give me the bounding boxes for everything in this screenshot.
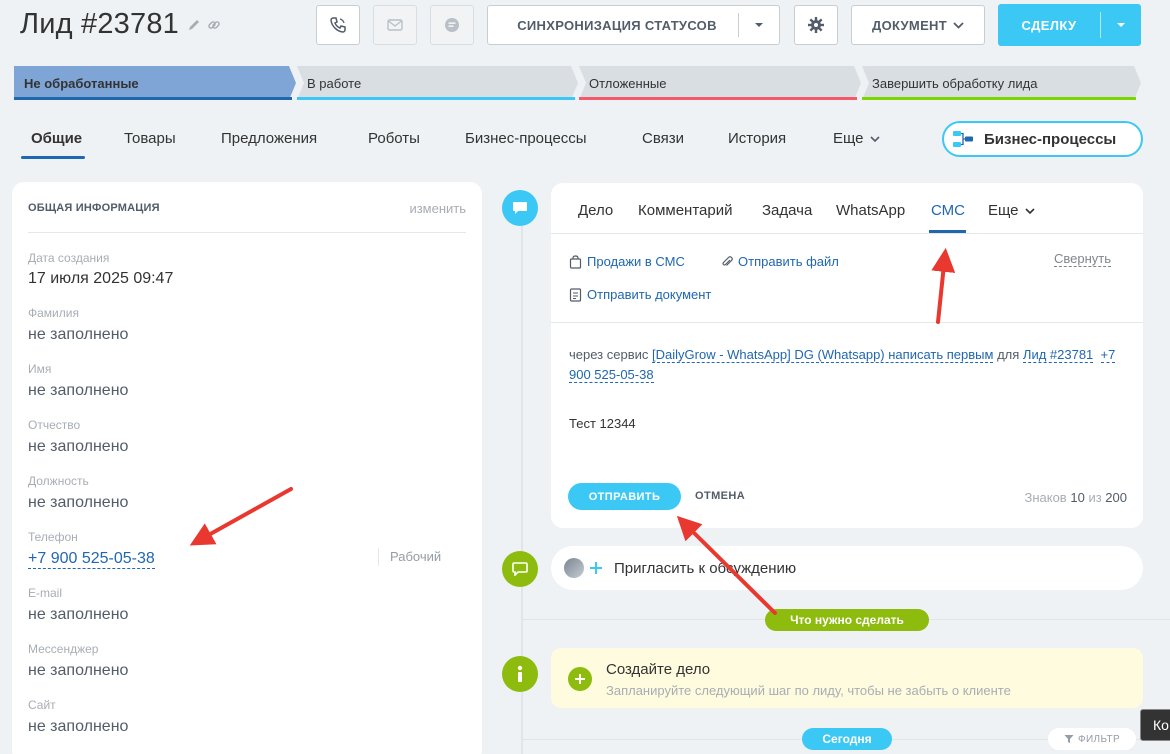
field-label-phone: Телефон <box>28 530 78 544</box>
today-pill: Сегодня <box>802 728 892 750</box>
active-tab-indicator <box>21 156 85 159</box>
sms-composer: Дело Комментарий Задача WhatsApp СМС Еще… <box>551 183 1143 528</box>
field-value-lastname: не заполнено <box>28 326 129 343</box>
sms-service-link[interactable]: [DailyGrow - WhatsApp] DG (Whatsapp) нап… <box>652 347 994 363</box>
field-value-messenger: не заполнено <box>28 662 129 679</box>
info-icon <box>517 665 523 682</box>
composer-tab-task[interactable]: Задача <box>762 202 812 219</box>
stage-label: Не обработанные <box>24 75 139 91</box>
filter-button[interactable]: ФИЛЬТР <box>1048 728 1136 750</box>
lead-link[interactable]: Лид #23781 <box>1022 347 1094 363</box>
tab-business-processes[interactable]: Бизнес-процессы <box>465 130 587 147</box>
sms-provider-info: через сервис [DailyGrow - WhatsApp] DG (… <box>569 347 1116 383</box>
composer-tab-more-label: Еще <box>988 202 1019 219</box>
field-label-created: Дата создания <box>28 251 110 265</box>
sales-in-sms-link[interactable]: Продажи в СМС <box>569 254 685 269</box>
field-value-patronymic: не заполнено <box>28 438 129 455</box>
stage-new[interactable]: Не обработанные <box>14 66 296 100</box>
tab-general[interactable]: Общие <box>31 130 82 147</box>
field-value-firstname: не заполнено <box>28 382 129 399</box>
stage-label: Завершить обработку лида <box>872 75 1038 91</box>
timeline-info-dot <box>502 656 538 692</box>
filter-label: ФИЛЬТР <box>1077 733 1121 745</box>
tab-more[interactable]: Еще <box>833 130 880 147</box>
field-value-position: не заполнено <box>28 494 129 511</box>
send-document-label: Отправить документ <box>587 287 712 302</box>
bag-icon <box>569 254 582 269</box>
panel-heading: ОБЩАЯ ИНФОРМАЦИЯ <box>28 202 160 214</box>
timeline-compose-dot <box>502 190 538 226</box>
flow-icon <box>953 131 973 147</box>
field-label-firstname: Имя <box>28 362 52 376</box>
invite-discussion[interactable]: Пригласить к обсуждению <box>551 546 1143 590</box>
field-label-email: E-mail <box>28 586 63 600</box>
send-button[interactable]: ОТПРАВИТЬ <box>568 483 681 510</box>
phone-link[interactable]: +7 900 525-05-38 <box>28 550 155 569</box>
field-label-position: Должность <box>28 474 89 488</box>
composer-tab-comment[interactable]: Комментарий <box>638 202 732 219</box>
send-document-link[interactable]: Отправить документ <box>569 287 711 302</box>
composer-tab-activity[interactable]: Дело <box>578 202 613 219</box>
avatar <box>564 558 584 578</box>
tab-more-label: Еще <box>833 130 864 147</box>
add-activity-icon[interactable] <box>568 667 592 691</box>
field-label-site: Сайт <box>28 698 56 712</box>
char-counter: Знаков 10 из 200 <box>1024 490 1127 505</box>
field-label-messenger: Мессенджер <box>28 642 99 656</box>
paperclip-icon <box>722 255 733 266</box>
comment-icon <box>512 562 528 576</box>
collapse-link[interactable]: Свернуть <box>1053 251 1111 267</box>
chevron-down-icon <box>869 135 880 142</box>
plus-icon <box>575 674 585 684</box>
send-file-link[interactable]: Отправить файл <box>721 254 839 269</box>
composer-tab-whatsapp[interactable]: WhatsApp <box>836 202 905 219</box>
edit-link[interactable]: изменить <box>409 201 466 216</box>
stage-in-progress[interactable]: В работе <box>297 66 579 100</box>
timeline-comment-dot <box>502 551 538 587</box>
stage-postponed[interactable]: Отложенные <box>579 66 861 100</box>
field-value-email: не заполнено <box>28 606 129 623</box>
tab-products[interactable]: Товары <box>124 130 176 147</box>
todo-pill: Что нужно сделать <box>765 609 929 631</box>
field-value-created: 17 июля 2025 09:47 <box>28 270 174 287</box>
plus-icon <box>590 562 602 574</box>
business-processes-button[interactable]: Бизнес-процессы <box>942 121 1143 157</box>
document-icon <box>569 287 582 302</box>
chevron-down-icon <box>1024 207 1035 214</box>
side-tooltip: Ко <box>1140 709 1170 741</box>
message-text[interactable]: Тест 12344 <box>569 416 636 431</box>
field-label-lastname: Фамилия <box>28 306 79 320</box>
send-file-label: Отправить файл <box>738 254 839 269</box>
tab-robots[interactable]: Роботы <box>368 130 420 147</box>
tab-offers[interactable]: Предложения <box>221 130 317 147</box>
stage-label: В работе <box>307 75 362 91</box>
stage-finish[interactable]: Завершить обработку лида <box>862 66 1141 100</box>
invite-label: Пригласить к обсуждению <box>614 559 797 577</box>
field-value-site: не заполнено <box>28 718 129 735</box>
composer-tab-more[interactable]: Еще <box>988 202 1035 219</box>
general-info-panel: ОБЩАЯ ИНФОРМАЦИЯ изменить Дата создания … <box>12 182 482 754</box>
message-icon <box>513 202 527 214</box>
tab-relations[interactable]: Связи <box>642 130 684 147</box>
field-label-patronymic: Отчество <box>28 418 81 432</box>
stage-label: Отложенные <box>589 75 667 91</box>
cancel-button[interactable]: ОТМЕНА <box>695 490 745 502</box>
composer-tab-sms[interactable]: СМС <box>931 202 965 219</box>
tab-history[interactable]: История <box>728 130 786 147</box>
todo-subtitle: Запланируйте следующий шаг по лиду, чтоб… <box>606 683 1011 698</box>
create-activity-card[interactable]: Создайте дело Запланируйте следующий шаг… <box>551 648 1143 708</box>
filter-icon <box>1064 735 1074 743</box>
sales-in-sms-label: Продажи в СМС <box>587 254 685 269</box>
phone-type: Рабочий <box>390 549 442 564</box>
todo-title: Создайте дело <box>606 661 711 678</box>
business-processes-label: Бизнес-процессы <box>984 130 1117 148</box>
